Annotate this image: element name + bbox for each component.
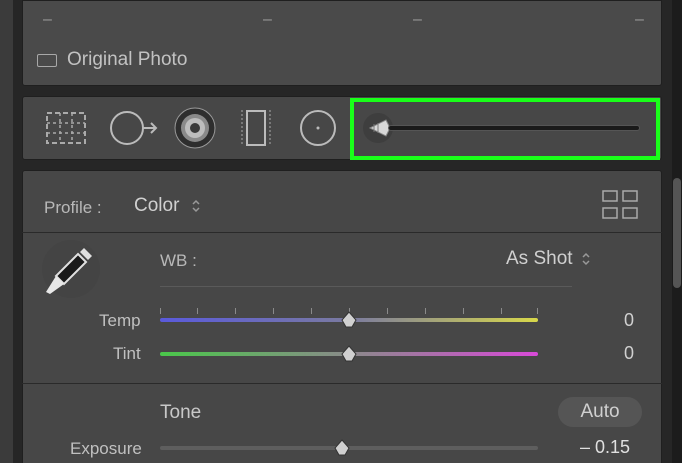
section-divider [22, 232, 662, 233]
radial-filter-icon [300, 110, 336, 146]
dash-mark: – [263, 11, 272, 28]
spot-removal-icon [110, 111, 158, 145]
original-photo-checkbox[interactable] [37, 53, 57, 67]
section-divider [22, 383, 662, 384]
exposure-value[interactable]: – 0.15 [580, 437, 630, 458]
crop-overlay-icon [46, 112, 86, 144]
profile-stepper-icon[interactable] [191, 198, 201, 214]
scrollbar-thumb[interactable] [673, 178, 681, 288]
crop-overlay-tool[interactable] [42, 96, 90, 160]
wb-divider [160, 286, 572, 287]
history-panel: – – – – Original Photo [22, 0, 662, 86]
red-eye-icon [174, 107, 216, 149]
dash-mark: – [43, 11, 52, 28]
develop-panel: – – – – Original Photo Profile: Color W… [0, 0, 682, 463]
exposure-label: Exposure [70, 439, 142, 458]
tone-label: Tone [160, 402, 202, 423]
left-rail [0, 0, 13, 463]
profile-browser-grid-icon[interactable] [602, 190, 638, 220]
original-photo-label: Original Photo [67, 49, 188, 70]
dash-mark: – [413, 11, 422, 28]
dash-mark: – [635, 11, 644, 28]
brush-size-slider[interactable] [388, 125, 640, 131]
graduated-filter-icon [241, 110, 271, 146]
temp-value[interactable]: 0 [624, 310, 634, 331]
tint-slider-thumb[interactable] [340, 345, 358, 363]
wb-label: WB : [160, 251, 197, 270]
eyedropper-icon [46, 248, 92, 294]
profile-value[interactable]: Color [134, 195, 179, 217]
temp-slider-thumb[interactable] [340, 311, 358, 329]
exposure-slider-thumb[interactable] [333, 439, 351, 457]
wb-value[interactable]: As Shot [506, 248, 573, 270]
spot-removal-tool[interactable] [106, 96, 162, 160]
tint-value[interactable]: 0 [624, 343, 634, 364]
temp-label: Temp [99, 311, 141, 330]
original-photo-toggle[interactable]: Original Photo [37, 49, 187, 71]
wb-stepper-icon[interactable] [581, 251, 591, 267]
radial-filter-tool[interactable] [296, 96, 340, 160]
red-eye-tool[interactable] [172, 96, 218, 160]
tint-label: Tint [113, 344, 141, 363]
profile-label: Profile : [44, 198, 102, 217]
auto-tone-button[interactable]: Auto [558, 397, 642, 427]
graduated-filter-tool[interactable] [236, 96, 276, 160]
